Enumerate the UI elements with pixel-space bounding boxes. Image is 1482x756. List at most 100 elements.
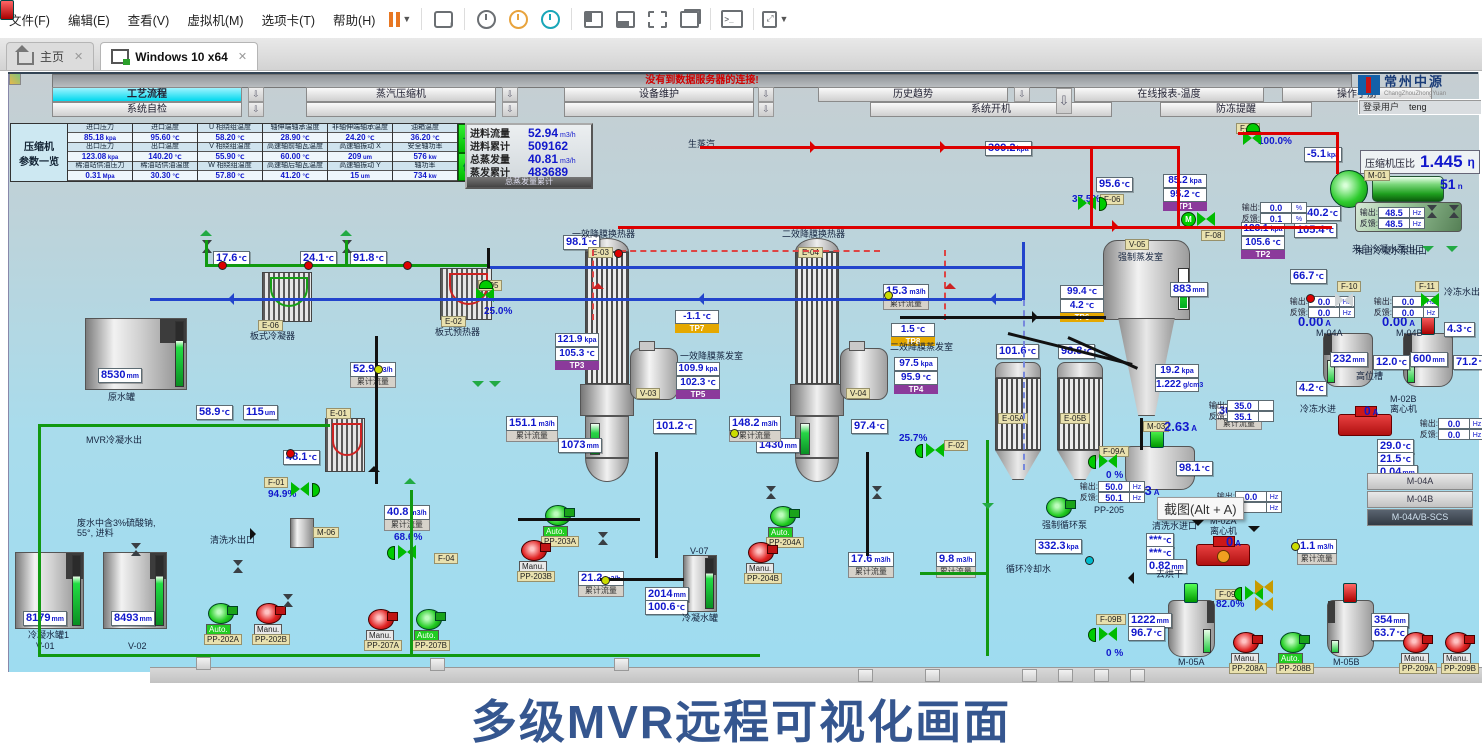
vessel-m06[interactable] xyxy=(290,518,314,548)
toolbar-mini-button[interactable] xyxy=(925,669,940,682)
manual-valve[interactable] xyxy=(283,594,294,607)
pump-pp-205[interactable] xyxy=(1046,494,1076,518)
manual-valve[interactable] xyxy=(1427,205,1438,218)
nav-arrow-icon: ⇩ xyxy=(758,102,774,117)
equipment-button-M-04A[interactable]: M-04A xyxy=(1367,473,1473,490)
manual-valve[interactable] xyxy=(872,486,883,499)
menu-item-选项卡(T)[interactable]: 选项卡(T) xyxy=(253,6,324,33)
agitator-m04a[interactable] xyxy=(0,0,14,20)
show-library-icon[interactable] xyxy=(579,6,607,32)
valve-F-11[interactable] xyxy=(1421,293,1439,307)
nav-button-工艺流程[interactable]: 工艺流程 xyxy=(52,87,242,102)
toolbar-mini-button[interactable] xyxy=(1058,669,1073,682)
valve-F-09A[interactable] xyxy=(1099,454,1117,468)
tab-home[interactable]: 主页 ✕ xyxy=(6,42,94,70)
equipment-button-M-04A/B-SCS[interactable]: M-04A/B-SCS xyxy=(1367,509,1473,526)
valve-F-06[interactable] xyxy=(1078,196,1096,210)
valve-F-04[interactable] xyxy=(398,545,416,559)
revert-snapshot-icon[interactable] xyxy=(504,6,532,32)
equipment-tag-E-05B: E-05B xyxy=(1060,413,1090,424)
unity-icon[interactable] xyxy=(675,6,703,32)
nav-button-蒸汽压缩机[interactable]: 蒸汽压缩机 xyxy=(306,87,496,102)
fullscreen-icon[interactable] xyxy=(643,6,671,32)
nav-button-防冻提醒[interactable]: 防冻提醒 xyxy=(1160,102,1312,117)
menu-item-虚拟机(M)[interactable]: 虚拟机(M) xyxy=(178,6,252,33)
nav-button-系统自检[interactable]: 系统自检 xyxy=(52,102,242,117)
pump-PP-207B[interactable]: Auto.PP-207B xyxy=(416,606,446,630)
valve-F-02[interactable] xyxy=(926,443,944,457)
menu-item-查看(V)[interactable]: 查看(V) xyxy=(119,6,179,33)
equipment-button-M-04B[interactable]: M-04B xyxy=(1367,491,1473,508)
valve-yv-2[interactable] xyxy=(1255,597,1273,611)
value-box: 8179mm xyxy=(23,611,67,626)
nav-button-在线报表-温度[interactable]: 在线报表-温度 xyxy=(1074,87,1264,102)
manual-valve[interactable] xyxy=(131,543,142,556)
tank-m05b[interactable] xyxy=(1327,600,1374,657)
manual-valve[interactable] xyxy=(766,486,777,499)
take-snapshot-icon[interactable] xyxy=(472,6,500,32)
valve-position-value: 25.7% xyxy=(899,433,927,444)
manual-valve[interactable] xyxy=(233,560,244,573)
nav-button-设备维护[interactable]: 设备维护 xyxy=(564,87,754,102)
toolbar-mini-button[interactable] xyxy=(858,669,873,682)
toolbar-mini-button[interactable] xyxy=(1094,669,1109,682)
toolbar-mini-button[interactable] xyxy=(1022,669,1037,682)
menu-item-帮助(H)[interactable]: 帮助(H) xyxy=(324,6,384,33)
pump-PP-203B[interactable]: Manu.PP-203B xyxy=(521,537,551,561)
flow-arrow xyxy=(1032,311,1038,323)
text-label: M-05B xyxy=(1333,657,1360,667)
nav-button-blank[interactable] xyxy=(564,102,754,117)
pump-PP-202A[interactable]: Auto.PP-202A xyxy=(208,600,238,624)
pump-PP-209B[interactable]: Manu.PP-209B xyxy=(1445,629,1475,653)
agitator-m05b[interactable] xyxy=(1343,583,1357,603)
pump-PP-208A[interactable]: Manu.PP-208A xyxy=(1233,629,1263,653)
flow-arrow xyxy=(698,293,704,305)
manual-valve[interactable] xyxy=(598,532,609,545)
pump-PP-202B[interactable]: Manu.PP-202B xyxy=(256,600,286,624)
expand-icon[interactable]: ⤢▼ xyxy=(761,6,789,32)
manual-valve[interactable] xyxy=(1449,205,1460,218)
condensate-tank-v07[interactable] xyxy=(683,555,717,612)
pump-PP-207A[interactable]: Manu.PP-207A xyxy=(368,606,398,630)
toolbar-mini-button[interactable] xyxy=(196,657,211,670)
plate-condenser-e06[interactable] xyxy=(262,272,312,322)
valve-F-09B[interactable] xyxy=(1099,627,1117,641)
send-ctrl-alt-del-icon[interactable]: ↓ xyxy=(429,6,457,32)
agitator-m05a[interactable] xyxy=(1184,583,1198,603)
toolbar-mini-button[interactable] xyxy=(614,658,629,671)
pump-PP-208B[interactable]: Auto.PP-208B xyxy=(1280,629,1310,653)
snapshot-manager-icon[interactable] xyxy=(536,6,564,32)
tank-m05a[interactable] xyxy=(1168,600,1215,657)
nav-button-历史趋势[interactable]: 历史趋势 xyxy=(818,87,1008,102)
nav-button-blank[interactable] xyxy=(306,102,496,117)
toolbar-mini-button[interactable] xyxy=(430,658,445,671)
pipe-line xyxy=(900,316,1106,319)
pump-PP-204A[interactable]: Auto.PP-204A xyxy=(770,503,800,527)
valve-yv-1[interactable] xyxy=(1255,580,1273,594)
console-icon[interactable]: >_ xyxy=(718,6,746,32)
value-box: 8493mm xyxy=(111,611,155,626)
toolbar-mini-button[interactable] xyxy=(1130,669,1145,682)
vmware-menubar: 文件(F)编辑(E)查看(V)虚拟机(M)选项卡(T)帮助(H) ▼ ↓ >_ … xyxy=(0,0,1482,39)
close-tab-icon[interactable]: ✕ xyxy=(74,50,83,63)
compressor-table-side-label: 压缩机参数一览 xyxy=(11,124,68,181)
close-tab-icon[interactable]: ✕ xyxy=(238,50,247,63)
show-thumbnail-icon[interactable] xyxy=(611,6,639,32)
valve-position-value: 68.6% xyxy=(394,532,422,543)
valve-F-10[interactable] xyxy=(1335,293,1353,307)
pump-PP-209A[interactable]: Manu.PP-209A xyxy=(1403,629,1433,653)
suspend-icon[interactable]: ▼ xyxy=(386,6,414,32)
equipment-tag-E-01: E-01 xyxy=(326,408,351,419)
tab-vm-windows10[interactable]: Windows 10 x64 ✕ xyxy=(100,42,258,70)
nav-button-系统开机[interactable]: 系统开机 xyxy=(870,102,1112,117)
valve-F-06-M[interactable]: M xyxy=(1197,212,1215,226)
compressor-table-column: 轴伸端轴承温度28.90 ℃高速轴前轴瓦温度60.00 ℃高速轴后轴瓦温度41.… xyxy=(263,124,328,181)
menu-item-编辑(E)[interactable]: 编辑(E) xyxy=(59,6,119,33)
valve-F-01[interactable] xyxy=(291,482,309,496)
centrifuge-m02a[interactable] xyxy=(1196,544,1250,566)
pump-PP-203A[interactable]: Auto.PP-203A xyxy=(545,502,575,526)
pump-PP-204B[interactable]: Manu.PP-204B xyxy=(748,539,778,563)
evaporator-column-e04[interactable] xyxy=(795,238,839,482)
heat-exchanger-e01[interactable] xyxy=(325,418,365,472)
text-label: 清洗水进口 xyxy=(1152,521,1197,531)
